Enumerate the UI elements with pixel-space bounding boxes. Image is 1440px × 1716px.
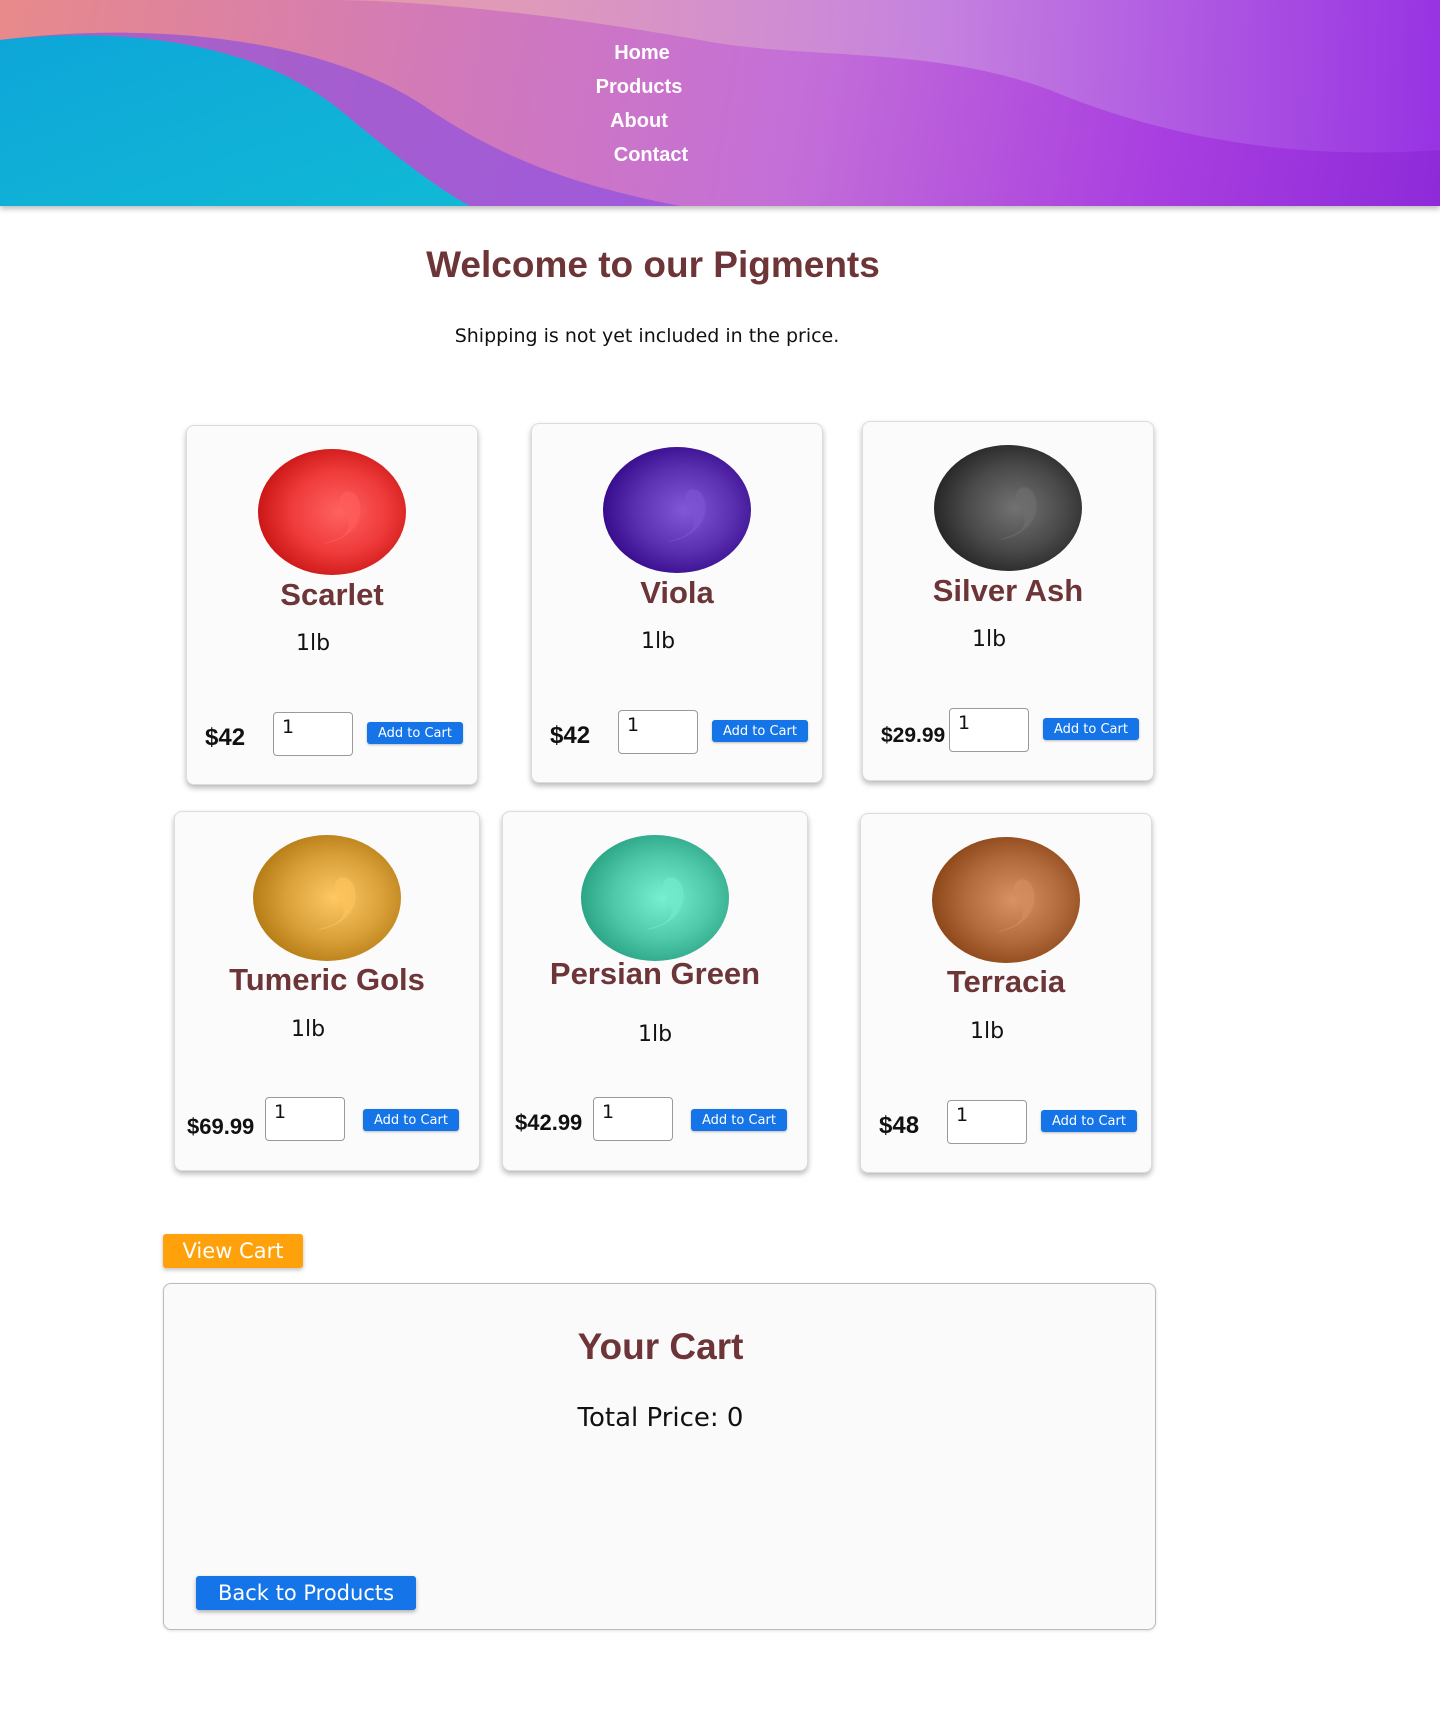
product-weight: 1lb <box>969 1019 1005 1044</box>
nav-products-link[interactable]: Products <box>560 70 720 104</box>
quantity-input[interactable] <box>949 708 1029 752</box>
add-to-cart-button[interactable]: Add to Cart <box>363 1109 459 1131</box>
product-weight: 1lb <box>290 1017 326 1042</box>
product-name: Persian Green <box>549 956 761 991</box>
quantity-input[interactable] <box>273 712 353 756</box>
header-banner: Home Products About Contact <box>0 0 1440 206</box>
pigment-swatch-image <box>581 835 729 961</box>
pigment-swatch-image <box>934 445 1082 571</box>
product-name: Scarlet <box>280 577 384 612</box>
product-weight: 1lb <box>971 627 1007 652</box>
pigment-swatch-image <box>932 837 1080 963</box>
add-to-cart-button[interactable]: Add to Cart <box>712 720 808 742</box>
add-to-cart-button[interactable]: Add to Cart <box>691 1109 787 1131</box>
product-price: $69.99 <box>187 1114 255 1139</box>
product-weight: 1lb <box>640 629 676 654</box>
product-name: Viola <box>640 575 714 610</box>
pigment-swatch-image <box>258 449 406 575</box>
product-price: $42 <box>205 724 246 751</box>
product-price: $48 <box>879 1112 920 1139</box>
cart-panel: Your Cart Total Price: 0 Back to Product… <box>163 1283 1156 1630</box>
wave-background <box>0 0 1440 206</box>
product-card-scarlet: Scarlet 1lb $42 Add to Cart <box>186 425 478 785</box>
page-title: Welcome to our Pigments <box>426 244 880 285</box>
nav-home-link[interactable]: Home <box>560 36 720 70</box>
shipping-note: Shipping is not yet included in the pric… <box>454 325 840 347</box>
back-to-products-button[interactable]: Back to Products <box>196 1576 416 1610</box>
quantity-input[interactable] <box>947 1100 1027 1144</box>
product-weight: 1lb <box>637 1022 673 1047</box>
product-name: Silver Ash <box>932 573 1084 608</box>
view-cart-button[interactable]: View Cart <box>163 1234 303 1268</box>
product-price: $42 <box>550 722 591 749</box>
main-nav: Home Products About Contact <box>560 36 720 172</box>
product-card-persian-green: Persian Green 1lb $42.99 Add to Cart <box>502 811 808 1171</box>
product-card-viola: Viola 1lb $42 Add to Cart <box>531 423 823 783</box>
add-to-cart-button[interactable]: Add to Cart <box>1043 718 1139 740</box>
quantity-input[interactable] <box>593 1097 673 1141</box>
add-to-cart-button[interactable]: Add to Cart <box>367 722 463 744</box>
product-name: Terracia <box>946 964 1066 999</box>
product-weight: 1lb <box>295 631 331 656</box>
nav-contact-link[interactable]: Contact <box>560 138 720 172</box>
pigment-swatch-image <box>603 447 751 573</box>
nav-about-link[interactable]: About <box>560 104 720 138</box>
product-card-silver-ash: Silver Ash 1lb $29.99 Add to Cart <box>862 421 1154 781</box>
product-card-terracia: Terracia 1lb $48 Add to Cart <box>860 813 1152 1173</box>
product-name: Tumeric Gols <box>229 962 425 997</box>
quantity-input[interactable] <box>618 710 698 754</box>
product-price: $29.99 <box>881 724 946 747</box>
cart-title: Your Cart <box>577 1326 744 1367</box>
product-card-tumeric-gols: Tumeric Gols 1lb $69.99 Add to Cart <box>174 811 480 1171</box>
product-price: $42.99 <box>515 1110 583 1135</box>
quantity-input[interactable] <box>265 1097 345 1141</box>
cart-total-price: Total Price: 0 <box>577 1403 744 1433</box>
add-to-cart-button[interactable]: Add to Cart <box>1041 1110 1137 1132</box>
pigment-swatch-image <box>253 835 401 961</box>
